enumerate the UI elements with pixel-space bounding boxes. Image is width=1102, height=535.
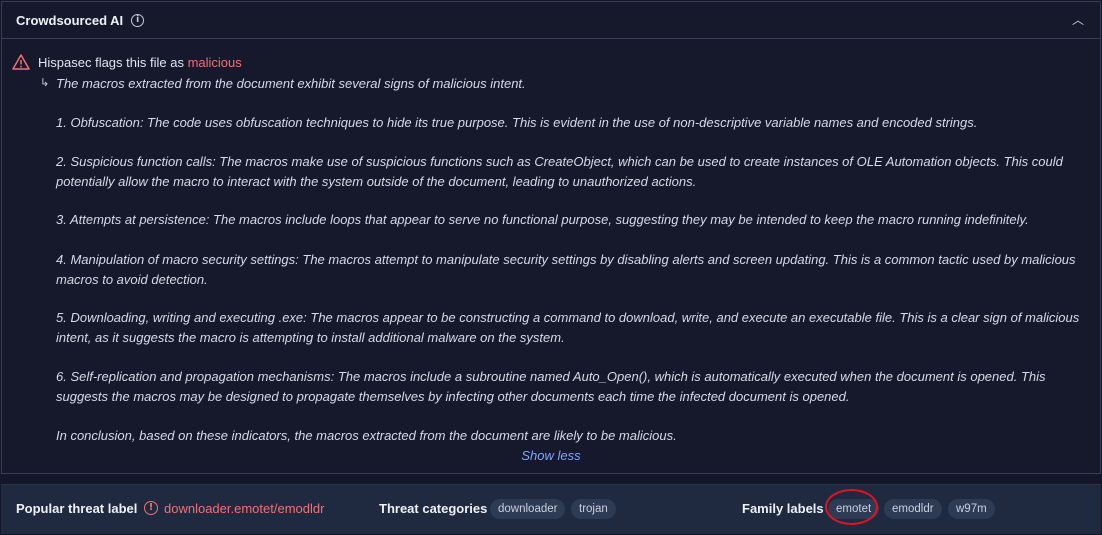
analysis-point-5: 5. Downloading, writing and executing .e… bbox=[56, 310, 1080, 345]
analysis-point-1: 1. Obfuscation: The code uses obfuscatio… bbox=[56, 115, 978, 130]
panel-title: Crowdsourced AI bbox=[16, 12, 124, 28]
reply-arrow-icon: ↳ bbox=[40, 76, 50, 89]
category-chip-downloader[interactable]: downloader bbox=[490, 499, 566, 519]
flag-text: Hispasec flags this file as malicious bbox=[38, 55, 242, 70]
analysis-point-3: 3. Attempts at persistence: The macros i… bbox=[56, 212, 1029, 227]
warning-icon bbox=[12, 54, 30, 70]
flag-row: Hispasec flags this file as malicious bbox=[12, 54, 242, 70]
chevron-up-icon[interactable]: ︿ bbox=[1070, 12, 1086, 28]
family-labels-heading: Family labels bbox=[742, 501, 824, 516]
analysis-intro: The macros extracted from the document e… bbox=[56, 76, 526, 91]
family-chip-w97m[interactable]: w97m bbox=[948, 499, 995, 519]
analysis-point-4: 4. Manipulation of macro security settin… bbox=[56, 252, 1076, 287]
popular-threat-label-heading: Popular threat label bbox=[16, 501, 138, 516]
family-chip-emodldr[interactable]: emodldr bbox=[884, 499, 942, 519]
analysis-conclusion: In conclusion, based on these indicators… bbox=[56, 428, 677, 443]
crowdsourced-ai-panel: Crowdsourced AI i ︿ Hispasec flags this … bbox=[1, 1, 1101, 474]
popular-threat-label-value[interactable]: downloader.emotet/emodldr bbox=[164, 501, 324, 516]
info-icon[interactable]: i bbox=[131, 13, 145, 27]
analysis-point-6: 6. Self-replication and propagation mech… bbox=[56, 369, 1046, 404]
labels-bar: Popular threat label ! downloader.emotet… bbox=[1, 484, 1101, 534]
show-less-link[interactable]: Show less bbox=[2, 448, 1100, 463]
flag-prefix: Hispasec flags this file as bbox=[38, 54, 188, 70]
annotation-highlight-circle bbox=[825, 489, 878, 525]
panel-header[interactable]: Crowdsourced AI i ︿ bbox=[2, 2, 1100, 39]
alert-circle-icon: ! bbox=[144, 501, 158, 515]
analysis-point-2: 2. Suspicious function calls: The macros… bbox=[56, 154, 1063, 189]
threat-categories-heading: Threat categories bbox=[379, 501, 488, 516]
verdict-malicious: malicious bbox=[187, 54, 242, 70]
category-chip-trojan[interactable]: trojan bbox=[571, 499, 616, 519]
